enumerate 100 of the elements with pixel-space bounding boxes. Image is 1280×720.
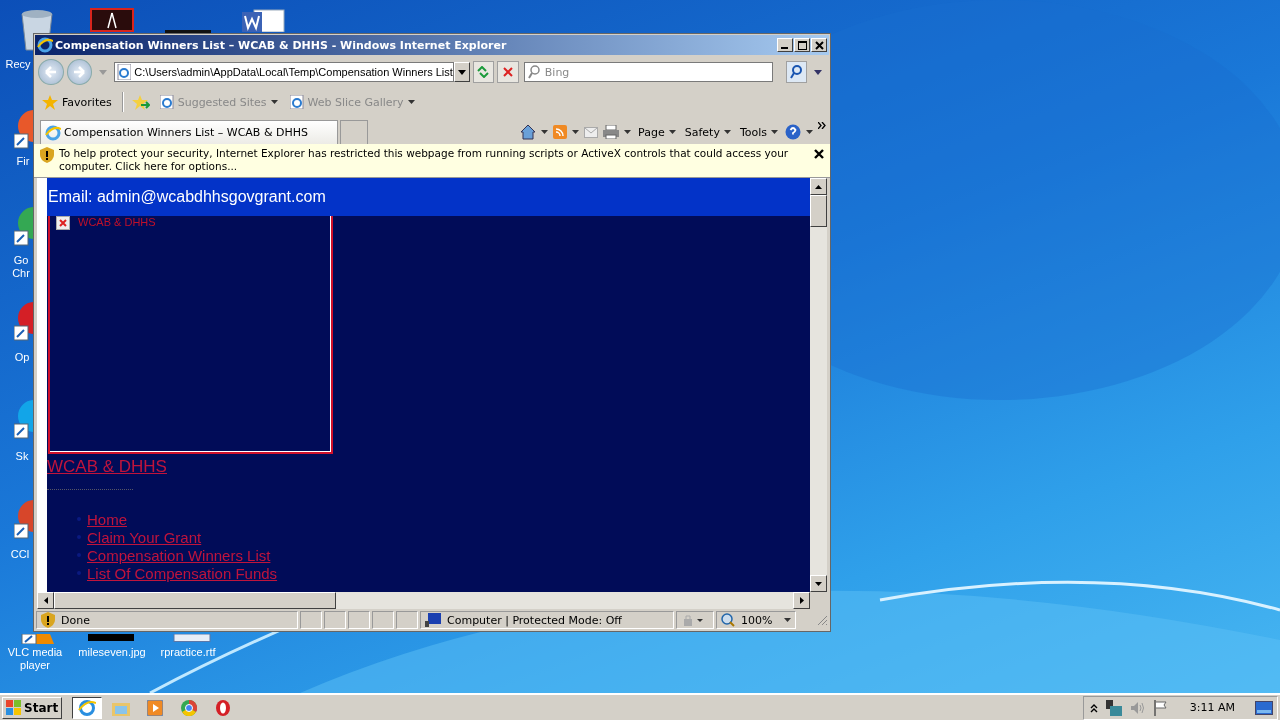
resize-grip-icon[interactable] <box>816 614 828 626</box>
chevron-icon[interactable] <box>818 122 826 129</box>
word-document-icon[interactable] <box>240 8 286 32</box>
shield-icon <box>40 147 54 163</box>
page-icon <box>289 95 304 109</box>
chrome-icon[interactable] <box>14 205 33 247</box>
down-arrow-icon[interactable] <box>815 581 822 586</box>
security-zone: Computer | Protected Mode: Off <box>447 613 622 627</box>
start-button[interactable]: Start <box>2 696 63 719</box>
minimize-button[interactable] <box>777 38 793 52</box>
caret-icon[interactable] <box>541 130 549 134</box>
email-header: Email: admin@wcabdhhsgovgrant.com <box>47 178 810 216</box>
site-title-link[interactable]: WCAB & DHHS <box>47 457 167 476</box>
status-panel <box>396 611 418 629</box>
stop-icon <box>503 67 513 77</box>
favorites-button[interactable]: Favorites <box>40 94 114 110</box>
status-panel <box>324 611 346 629</box>
text-document-icon[interactable] <box>173 634 211 642</box>
clock[interactable]: 3:11 AM <box>1189 701 1235 714</box>
search-field[interactable]: Bing <box>523 62 773 82</box>
maximize-button[interactable] <box>794 38 810 52</box>
caret-icon <box>723 130 731 134</box>
browser-tab[interactable]: Compensation Winners List – WCAB & DHHS <box>40 120 338 144</box>
icon-label[interactable]: rpractice.rtf <box>160 646 216 659</box>
nav-link[interactable]: Claim Your Grant <box>87 528 202 546</box>
security-warning: To help protect your security, Internet Explorer has restricted this webpage from running scripts or ActiveX controls that could access your computer. Click here for options... <box>59 147 790 173</box>
left-arrow-icon[interactable] <box>43 597 48 604</box>
command-menu[interactable]: Page <box>636 125 678 139</box>
icon-label[interactable]: Fir <box>16 155 30 168</box>
stop-button[interactable] <box>497 61 519 83</box>
opera-icon[interactable] <box>14 300 33 342</box>
caret-icon <box>270 100 278 104</box>
caret-icon <box>784 618 791 622</box>
horizontal-scrollbar[interactable] <box>37 592 827 609</box>
caret-icon <box>771 130 778 134</box>
information-bar[interactable]: To help protect your security, Internet Explorer has restricted this webpage from running scripts or ActiveX controls that could access your computer. Click here for options... <box>34 144 830 178</box>
icon-label[interactable]: Go <box>13 254 29 267</box>
icon-label[interactable]: Op <box>14 351 30 364</box>
icon-label[interactable]: Recy <box>5 58 31 71</box>
icon-label[interactable]: player <box>20 659 50 672</box>
close-button[interactable] <box>811 38 827 52</box>
close-icon[interactable] <box>814 149 824 159</box>
document-icon[interactable] <box>90 8 134 32</box>
icon-label[interactable]: mileseven.jpg <box>78 646 146 659</box>
windows-logo-icon <box>6 700 22 715</box>
nav-link[interactable]: Compensation Winners List <box>87 546 271 564</box>
command-menu[interactable]: Safety <box>682 125 733 139</box>
back-arrow-icon <box>43 66 58 78</box>
maximize-icon <box>797 40 807 50</box>
forward-arrow-icon <box>72 66 87 78</box>
scroll-thumb[interactable] <box>54 592 336 609</box>
icon-label[interactable]: Sk <box>15 450 29 463</box>
up-arrow-icon[interactable] <box>815 184 822 189</box>
search-icon <box>527 65 540 79</box>
home-icon[interactable] <box>520 124 537 140</box>
nav-link[interactable]: List Of Compensation Funds <box>87 564 278 582</box>
caret-icon <box>668 130 676 134</box>
magnifier-icon <box>721 613 735 627</box>
close-icon <box>814 40 824 50</box>
window-title: Compensation Winners List – WCAB & DHHS - Windows Internet Explorer <box>55 38 507 52</box>
computer-icon <box>425 613 441 627</box>
play-icon <box>147 699 164 716</box>
print-icon[interactable] <box>603 125 620 139</box>
show-desktop-icon[interactable] <box>1255 700 1273 715</box>
ie-icon <box>78 698 97 717</box>
nav-link[interactable]: Home <box>87 510 127 528</box>
refresh-icon <box>476 66 491 78</box>
caret-icon[interactable] <box>806 130 813 134</box>
caret-icon[interactable] <box>624 130 632 134</box>
icon-label[interactable]: VLC media <box>7 646 63 659</box>
command-menu[interactable]: Tools <box>737 125 780 139</box>
caret-icon <box>457 69 466 75</box>
zoom-button[interactable]: 100% <box>716 611 796 629</box>
shield-icon <box>41 612 55 628</box>
page-icon <box>116 64 132 80</box>
status-panel <box>348 611 370 629</box>
icon-label[interactable]: CCl <box>10 548 30 561</box>
address-field[interactable]: C:\Users\admin\AppData\Local\Temp\Compensation Winners List <box>113 62 454 82</box>
status-panel <box>372 611 394 629</box>
status-text: Done <box>61 613 90 627</box>
cleaner-icon[interactable] <box>14 498 33 540</box>
taskbar-app[interactable] <box>72 696 103 719</box>
caret-icon[interactable] <box>572 130 580 134</box>
scroll-thumb[interactable] <box>810 195 827 227</box>
right-arrow-icon[interactable] <box>799 597 804 604</box>
page-icon <box>159 95 174 109</box>
search-button[interactable] <box>785 61 808 83</box>
broken-image-icon <box>56 216 70 230</box>
lock-icon[interactable] <box>681 614 705 626</box>
search-icon <box>790 65 803 79</box>
icon-label[interactable]: Chr <box>12 267 30 280</box>
ie-icon <box>45 124 61 141</box>
flag-icon[interactable] <box>1153 699 1168 716</box>
vertical-scrollbar[interactable] <box>810 178 827 592</box>
skype-icon[interactable] <box>14 398 33 440</box>
help-icon[interactable] <box>785 124 801 140</box>
caret-icon[interactable] <box>814 69 823 75</box>
browser-icon[interactable] <box>14 108 33 150</box>
chevron-icon[interactable] <box>1089 702 1098 713</box>
network-icon[interactable] <box>1105 699 1122 716</box>
